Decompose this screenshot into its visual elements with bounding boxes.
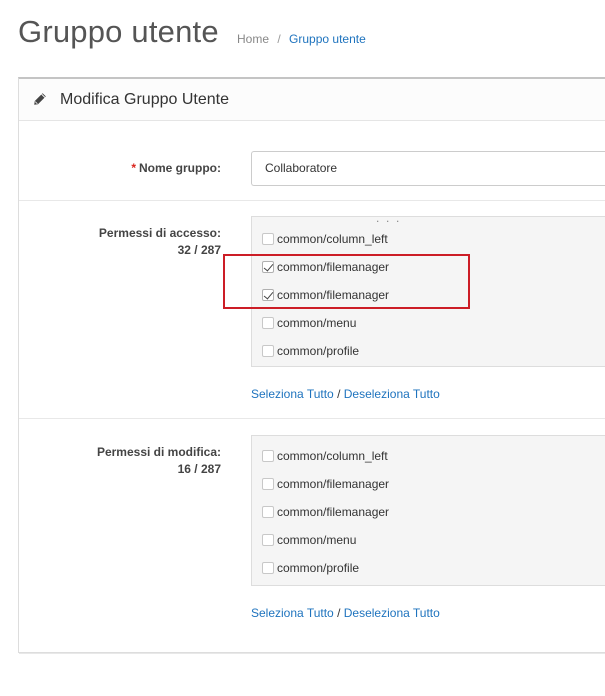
permission-label: common/column_left [277, 232, 388, 246]
access-permissions-label: Permessi di accesso: 32 / 287 [99, 225, 221, 259]
panel-heading: Modifica Gruppo Utente [19, 79, 605, 121]
checkbox[interactable] [262, 534, 274, 546]
checkbox[interactable] [262, 317, 274, 329]
breadcrumb: Home / Gruppo utente [237, 32, 366, 46]
permission-label: common/profile [277, 561, 360, 575]
checkbox[interactable] [262, 345, 274, 357]
highlight-box [223, 254, 470, 309]
edit-group-panel: Modifica Gruppo Utente * Nome gruppo: Col… [18, 77, 605, 654]
access-item-column-left[interactable]: common/column_left [262, 230, 388, 248]
checkbox[interactable] [262, 478, 274, 490]
panel-title: Modifica Gruppo Utente [60, 91, 229, 108]
links-separator: / [333, 606, 344, 620]
group-name-label-text: Nome gruppo: [139, 161, 221, 175]
breadcrumb-separator: / [277, 32, 281, 46]
checkbox[interactable] [262, 562, 274, 574]
access-select-all-link[interactable]: Seleziona Tutto [251, 387, 334, 401]
clipped-list-item: . . . [376, 216, 400, 225]
access-select-links: Seleziona Tutto / Deseleziona Tutto [251, 387, 440, 401]
permission-label: common/column_left [277, 449, 388, 463]
checkbox[interactable] [262, 506, 274, 518]
modify-count: 16 / 287 [177, 462, 221, 476]
modify-item-filemanager[interactable]: common/filemanager [262, 503, 389, 521]
modify-permissions-label: Permessi di modifica: 16 / 287 [97, 444, 221, 478]
modify-select-all-link[interactable]: Seleziona Tutto [251, 606, 334, 620]
group-name-input[interactable]: Collaboratore [251, 151, 605, 186]
access-item-profile[interactable]: common/profile [262, 342, 359, 360]
modify-item-column-left[interactable]: common/column_left [262, 447, 388, 465]
group-name-label: * Nome gruppo: [131, 160, 221, 177]
checkbox[interactable] [262, 450, 274, 462]
access-count: 32 / 287 [177, 243, 221, 257]
access-deselect-all-link[interactable]: Deseleziona Tutto [344, 387, 440, 401]
permission-label: common/filemanager [277, 505, 390, 519]
permission-label: common/profile [277, 344, 360, 358]
modify-label-text: Permessi di modifica: [96, 445, 221, 459]
modify-permissions-list[interactable]: common/column_left common/filemanager co… [251, 435, 605, 586]
checkbox[interactable] [262, 233, 274, 245]
permission-label: common/menu [277, 316, 357, 330]
permission-label: common/menu [277, 533, 357, 547]
permission-label: common/filemanager [277, 477, 390, 491]
page-title: Gruppo utente [18, 14, 219, 49]
modify-deselect-all-link[interactable]: Deseleziona Tutto [344, 606, 440, 620]
required-mark: * [131, 161, 136, 175]
breadcrumb-home[interactable]: Home [237, 32, 269, 46]
access-label-text: Permessi di accesso: [98, 226, 221, 240]
modify-item-menu[interactable]: common/menu [262, 531, 356, 549]
modify-item-profile[interactable]: common/profile [262, 559, 359, 577]
breadcrumb-current[interactable]: Gruppo utente [289, 32, 366, 46]
links-separator: / [333, 387, 344, 401]
modify-item-filemanager[interactable]: common/filemanager [262, 475, 389, 493]
access-item-menu[interactable]: common/menu [262, 314, 356, 332]
pencil-icon [33, 92, 47, 111]
modify-select-links: Seleziona Tutto / Deseleziona Tutto [251, 606, 440, 620]
